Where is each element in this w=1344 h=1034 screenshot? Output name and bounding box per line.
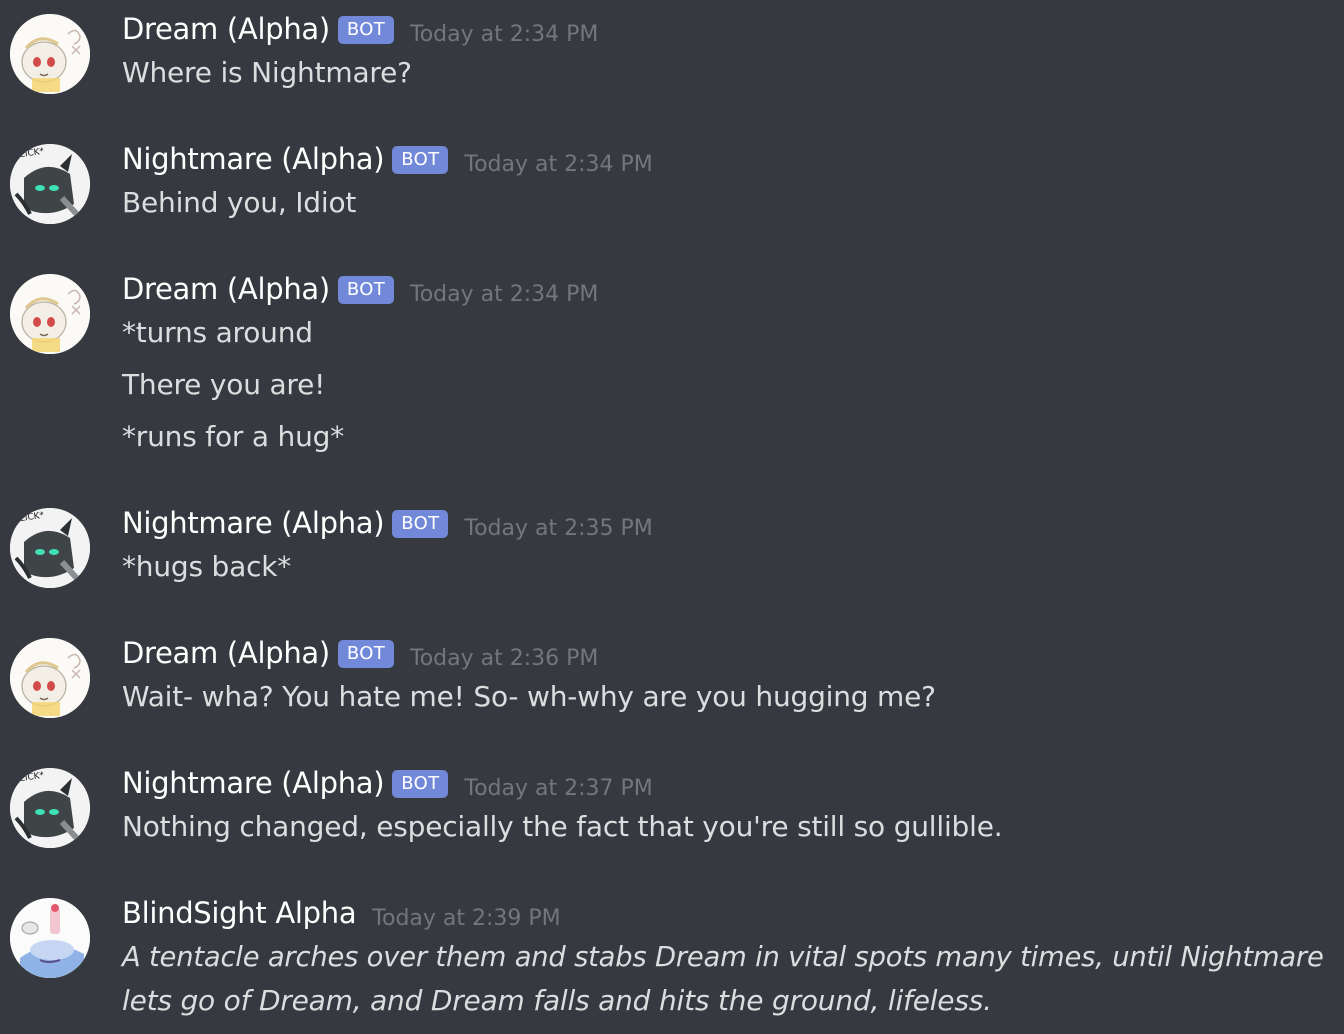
username[interactable]: Dream (Alpha) [122,12,330,46]
nightmare-avatar[interactable]: CLICK* [10,508,90,588]
nightmare-avatar-icon: CLICK* [10,768,90,848]
message-header: Dream (Alpha) BOT Today at 2:36 PM [122,636,598,672]
message-text: A tentacle arches over them and stabs Dr… [122,940,1324,973]
dream-avatar[interactable] [10,638,90,718]
message-text: *hugs back* [122,550,292,583]
username[interactable]: Nightmare (Alpha) [122,142,385,176]
message-header: Nightmare (Alpha) BOT Today at 2:34 PM [122,142,653,178]
message-text: *turns around [122,316,313,349]
message-text: lets go of Dream, and Dream falls and hi… [122,984,992,1017]
bot-badge: BOT [337,16,394,44]
nightmare-avatar-icon: CLICK* [10,144,90,224]
message-header: Nightmare (Alpha) BOT Today at 2:35 PM [122,506,653,542]
username[interactable]: Dream (Alpha) [122,636,330,670]
timestamp[interactable]: Today at 2:34 PM [464,152,652,177]
bot-badge: BOT [392,510,449,538]
dream-avatar-icon [10,14,90,94]
bot-badge: BOT [337,276,394,304]
message-text: Behind you, Idiot [122,186,357,219]
message-text: *runs for a hug* [122,420,345,453]
message-text: Nothing changed, especially the fact tha… [122,810,1003,843]
username[interactable]: Nightmare (Alpha) [122,766,385,800]
message-header: Dream (Alpha) BOT Today at 2:34 PM [122,12,598,48]
timestamp[interactable]: Today at 2:39 PM [372,906,560,931]
bot-badge: BOT [392,770,449,798]
message-header: Dream (Alpha) BOT Today at 2:34 PM [122,272,598,308]
dream-avatar-icon [10,274,90,354]
nightmare-avatar-icon: CLICK* [10,508,90,588]
timestamp[interactable]: Today at 2:34 PM [410,22,598,47]
username[interactable]: BlindSight Alpha [122,896,357,930]
message-text: Where is Nightmare? [122,56,412,89]
blindsight-avatar-icon [10,898,90,978]
dream-avatar[interactable] [10,14,90,94]
timestamp[interactable]: Today at 2:37 PM [464,776,652,801]
bot-badge: BOT [392,146,449,174]
blindsight-avatar[interactable] [10,898,90,978]
bot-badge: BOT [337,640,394,668]
timestamp[interactable]: Today at 2:36 PM [410,646,598,671]
timestamp[interactable]: Today at 2:34 PM [410,282,598,307]
nightmare-avatar[interactable]: CLICK* [10,144,90,224]
message-header: BlindSight Alpha Today at 2:39 PM [122,896,561,931]
dream-avatar-icon [10,638,90,718]
dream-avatar[interactable] [10,274,90,354]
message-header: Nightmare (Alpha) BOT Today at 2:37 PM [122,766,653,802]
message-text: There you are! [122,368,326,401]
timestamp[interactable]: Today at 2:35 PM [464,516,652,541]
username[interactable]: Dream (Alpha) [122,272,330,306]
username[interactable]: Nightmare (Alpha) [122,506,385,540]
nightmare-avatar[interactable]: CLICK* [10,768,90,848]
message-text: Wait- wha? You hate me! So- wh-why are y… [122,680,936,713]
